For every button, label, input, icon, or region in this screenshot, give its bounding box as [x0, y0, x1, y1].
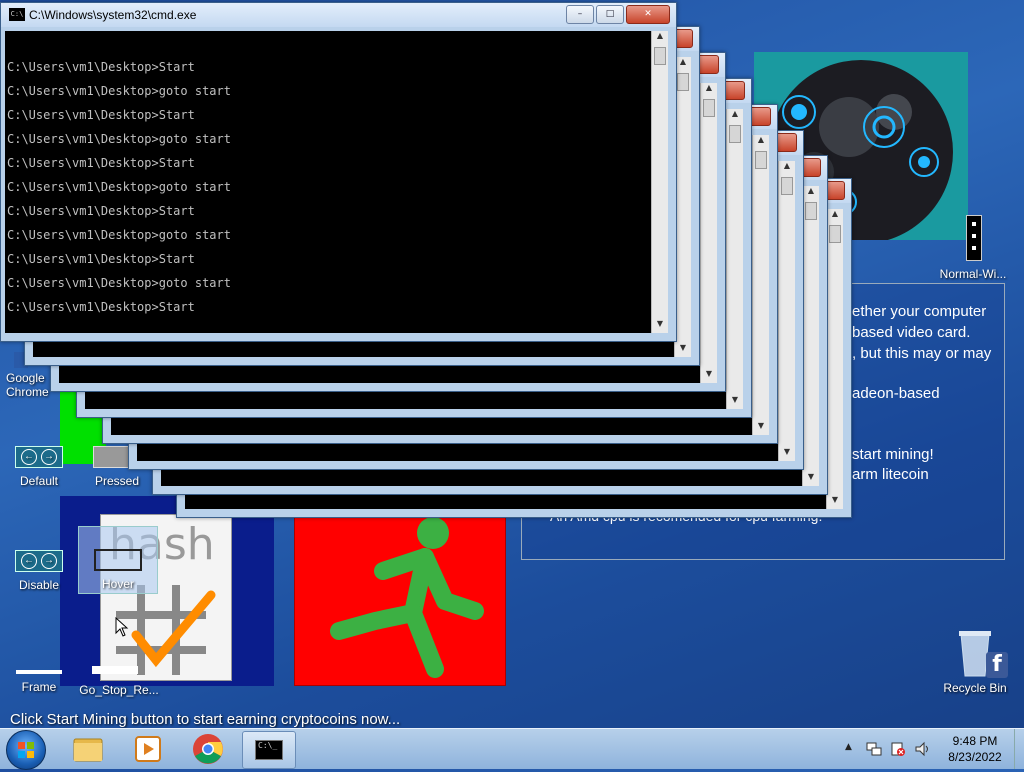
start-button[interactable] [6, 730, 46, 770]
minimize-button[interactable]: – [566, 5, 594, 24]
scrollbar[interactable]: ▲ ▼ [752, 135, 769, 435]
info-line-6: arm litecoin [852, 466, 929, 483]
normal-wi-graphic[interactable] [966, 215, 982, 261]
console-line: C:\Users\vm1\Desktop>Start [7, 60, 195, 74]
mouse-pointer-icon [115, 617, 129, 637]
console-output: C:\Users\vm1\Desktop>Start C:\Users\vm1\D… [5, 31, 652, 333]
console-line: C:\Users\vm1\Desktop>Start [7, 204, 195, 218]
default-icon-label: Default [19, 474, 59, 488]
disable-icon-label: Disable [18, 578, 60, 592]
scrollbar[interactable]: ▲ ▼ [726, 109, 743, 409]
network-icon[interactable] [866, 741, 882, 757]
clock-date: 8/23/2022 [948, 750, 1002, 764]
taskbar-cmd-button[interactable]: C:\_ [242, 731, 296, 769]
cmd-app-icon: C:\ [9, 8, 25, 21]
frame-graphic [16, 670, 62, 674]
tray-expand-arrow[interactable]: ▲ [845, 742, 852, 752]
status-text: Click Start Mining button to start earni… [10, 711, 401, 728]
console-line: C:\Users\vm1\Desktop>goto start [7, 180, 231, 194]
go-stop-frame-graphic [92, 666, 138, 674]
scrollbar[interactable]: ▲ ▼ [778, 161, 795, 461]
cmd-taskbar-icon: C:\_ [255, 740, 283, 760]
volume-icon[interactable] [914, 741, 930, 757]
action-center-icon[interactable] [890, 741, 906, 757]
scrollbar[interactable]: ▲ ▼ [700, 83, 717, 383]
folder-icon [73, 738, 103, 762]
scroll-down-arrow[interactable]: ▼ [652, 319, 668, 333]
recycle-bin-label: Recycle Bin [943, 681, 1007, 695]
hover-icon-label: Hover [101, 577, 134, 591]
info-line-5: start mining! [852, 446, 934, 463]
console-line: C:\Users\vm1\Desktop>goto start [7, 276, 231, 290]
taskbar-explorer-button[interactable] [62, 731, 114, 767]
chrome-icon [193, 734, 223, 764]
windows-logo-icon [18, 742, 34, 758]
show-desktop-button[interactable] [1014, 729, 1024, 769]
facebook-icon[interactable]: f [986, 652, 1008, 678]
taskbar-chrome-button[interactable] [182, 731, 234, 767]
default-nav-graphic: ← → [15, 446, 63, 468]
close-button[interactable]: ✕ [626, 5, 670, 24]
default-icon[interactable]: ← → Default [0, 446, 78, 488]
taskbar-media-player-button[interactable] [122, 731, 174, 767]
go-stop-icon-label[interactable]: Go_Stop_Re... [74, 683, 164, 697]
console-line: C:\Users\vm1\Desktop>goto start [7, 84, 231, 98]
cmd-window-title: C:\Windows\system32\cmd.exe [29, 8, 197, 22]
info-line-1: ether your computer [852, 303, 987, 320]
start-mining-runner-button[interactable] [294, 500, 506, 686]
clock-time: 9:48 PM [952, 734, 998, 748]
clock[interactable]: 9:48 PM 8/23/2022 [940, 733, 1010, 765]
console-line: C:\Users\vm1\Desktop>Start [7, 156, 195, 170]
console-line: C:\Users\vm1\Desktop>Start [7, 252, 195, 266]
console-line: C:\Users\vm1\Desktop>goto start [7, 132, 231, 146]
cmd-window-front[interactable]: C:\ C:\Windows\system32\cmd.exe – □ ✕ C:… [0, 2, 677, 342]
frame-icon[interactable]: Frame [0, 670, 78, 694]
scroll-up-arrow[interactable]: ▲ [652, 31, 668, 45]
cmd-console[interactable]: C:\Users\vm1\Desktop>Start C:\Users\vm1\D… [5, 31, 652, 333]
disable-nav-graphic: ← → [15, 550, 63, 572]
hover-graphic [94, 549, 142, 571]
console-line: C:\Users\vm1\Desktop>Start [7, 300, 195, 314]
disable-icon[interactable]: ← → Disable [0, 550, 78, 592]
scroll-thumb[interactable] [654, 47, 666, 65]
pressed-icon-label: Pressed [94, 474, 140, 488]
runner-icon [330, 517, 484, 678]
frame-icon-label: Frame [21, 680, 57, 694]
normal-wi-icon-label[interactable]: Normal-Wi... [934, 267, 1012, 281]
scrollbar[interactable]: ▲ ▼ [826, 209, 843, 509]
cmd-scrollbar[interactable]: ▲ ▼ [651, 31, 668, 333]
taskbar: C:\_ ▲ 9:48 PM 8/23/2022 [0, 728, 1024, 770]
info-line-3: , but this may or may [852, 345, 992, 362]
hover-icon[interactable]: Hover [78, 526, 158, 594]
console-line: C:\Users\vm1\Desktop>Start [7, 108, 195, 122]
info-line-4: adeon-based [852, 385, 940, 402]
scrollbar[interactable]: ▲ ▼ [802, 186, 819, 486]
cmd-titlebar[interactable]: C:\ C:\Windows\system32\cmd.exe – □ ✕ [1, 3, 676, 27]
maximize-button[interactable]: □ [596, 5, 624, 24]
media-player-icon [135, 736, 161, 762]
console-line: C:\Users\vm1\Desktop>goto start [7, 228, 231, 242]
info-line-2: based video card. [852, 324, 971, 341]
